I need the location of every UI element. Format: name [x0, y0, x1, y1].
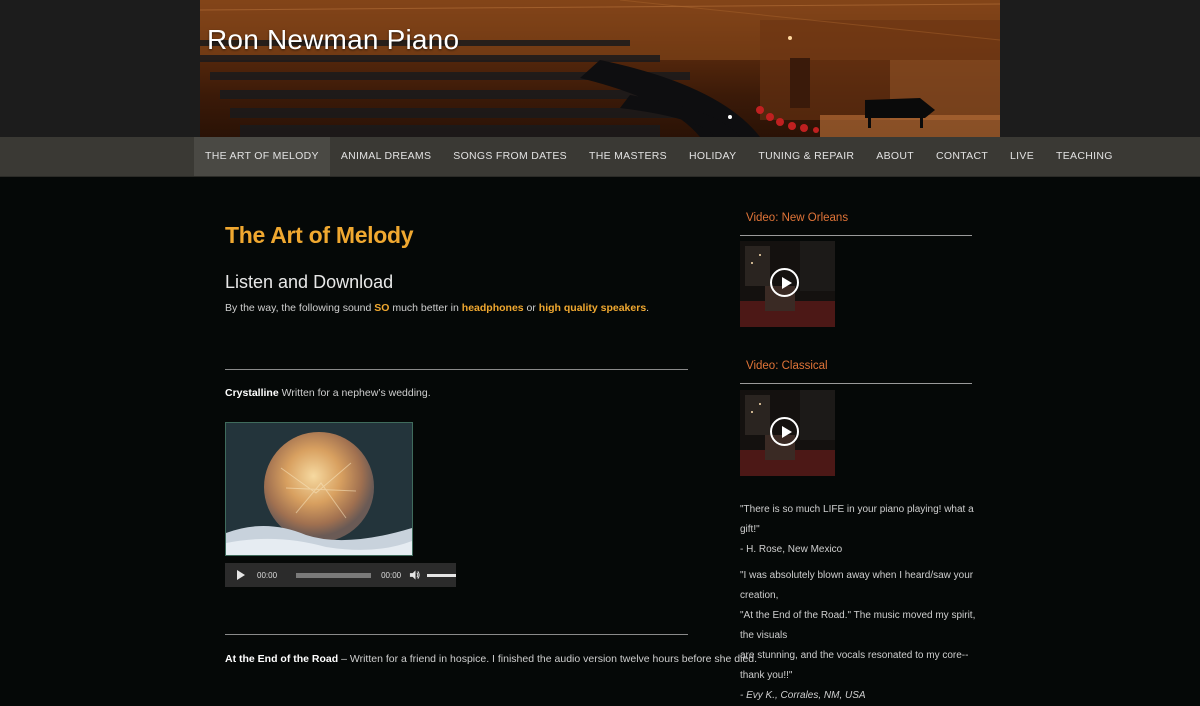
widget-rule [740, 235, 972, 236]
testimonial: "There is so much LIFE in your piano pla… [740, 500, 980, 560]
current-time: 00:00 [257, 570, 278, 580]
testimonial-author: - H. Rose, New Mexico [740, 544, 843, 555]
intro-text-part: By the way, the following sound [225, 302, 375, 314]
site-header: Ron Newman Piano [0, 0, 1200, 137]
testimonial-line: "I was absolutely blown away when I hear… [740, 570, 974, 601]
testimonial-text: "There is so much LIFE in your piano pla… [740, 504, 974, 535]
track-desc: – Written for a friend in hospice. I fin… [338, 653, 758, 665]
divider [225, 369, 688, 370]
intro-text: By the way, the following sound SO much … [225, 302, 649, 314]
nav-item-tuning-repair[interactable]: TUNING & REPAIR [747, 137, 865, 176]
nav-item-teaching[interactable]: TEACHING [1045, 137, 1124, 176]
track-name: Crystalline [225, 387, 279, 399]
headphones-link[interactable]: headphones [462, 302, 524, 314]
track-description: Crystalline Written for a nephew’s weddi… [225, 387, 431, 399]
divider [225, 634, 688, 635]
main-nav: THE ART OF MELODY ANIMAL DREAMS SONGS FR… [0, 137, 1200, 177]
widget-title-video-new-orleans: Video: New Orleans [746, 212, 849, 224]
nav-item-contact[interactable]: CONTACT [925, 137, 999, 176]
nav-item-holiday[interactable]: HOLIDAY [678, 137, 747, 176]
widget-title-video-classical: Video: Classical [746, 360, 828, 372]
section-heading: Listen and Download [225, 272, 394, 292]
track-artwork-image [225, 422, 413, 556]
nav-item-animal-dreams[interactable]: ANIMAL DREAMS [330, 137, 442, 176]
track-name: At the End of the Road [225, 653, 339, 665]
volume-slider[interactable] [427, 573, 456, 577]
intro-text-part: or [523, 302, 539, 314]
video-thumbnail-classical[interactable] [740, 390, 835, 476]
testimonial-author: - Evy K., Corrales, NM, USA [740, 686, 980, 706]
nav-list: THE ART OF MELODY ANIMAL DREAMS SONGS FR… [194, 137, 1124, 176]
intro-text-part: . [646, 302, 650, 314]
nav-item-songs-from-dates[interactable]: SONGS FROM DATES [442, 137, 578, 176]
testimonial-line: "At the End of the Road." The music move… [740, 610, 976, 641]
track-description: At the End of the Road – Written for a f… [225, 653, 757, 665]
site-title[interactable]: Ron Newman Piano [207, 24, 459, 56]
play-icon [770, 417, 799, 446]
volume-icon[interactable] [409, 569, 420, 581]
page-title: The Art of Melody [225, 222, 414, 248]
testimonial: "I was absolutely blown away when I hear… [740, 566, 980, 706]
track-desc: Written for a nephew’s wedding. [278, 387, 431, 399]
testimonial-author-name: - Evy K., Corrales, NM, USA [740, 690, 866, 701]
header-banner-image [200, 0, 1000, 137]
nav-item-about[interactable]: ABOUT [865, 137, 925, 176]
nav-item-the-masters[interactable]: THE MASTERS [578, 137, 678, 176]
speakers-link[interactable]: high quality speakers [539, 302, 646, 314]
play-icon [770, 268, 799, 297]
intro-text-part: much better in [389, 302, 462, 314]
audio-player: 00:00 00:00 [225, 563, 456, 587]
testimonial-line: are stunning, and the vocals resonated t… [740, 650, 969, 681]
intro-emphasis: SO [374, 302, 390, 314]
widget-rule [740, 383, 972, 384]
seek-bar[interactable] [296, 572, 372, 578]
nav-item-live[interactable]: LIVE [999, 137, 1045, 176]
video-thumbnail-new-orleans[interactable] [740, 241, 835, 327]
play-button[interactable] [237, 570, 245, 580]
nav-item-the-art-of-melody[interactable]: THE ART OF MELODY [194, 137, 330, 176]
duration-time: 00:00 [381, 570, 402, 580]
